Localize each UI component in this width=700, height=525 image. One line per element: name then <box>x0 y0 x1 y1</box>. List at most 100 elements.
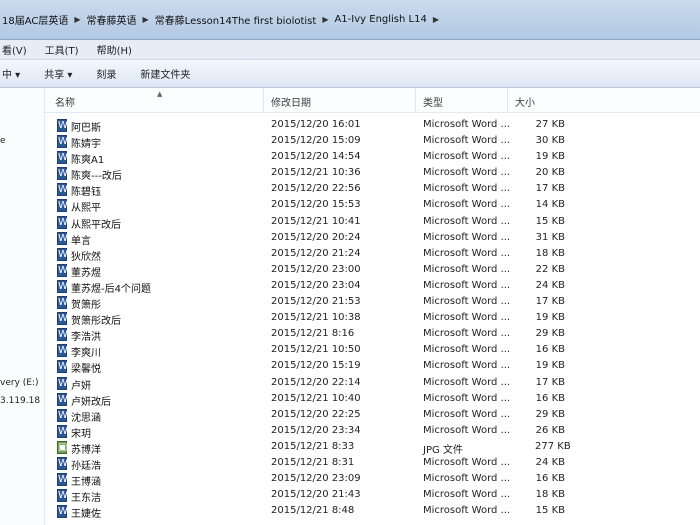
column-type[interactable]: 类型 <box>423 94 443 109</box>
file-size: 27 KB <box>535 119 565 130</box>
file-row[interactable]: W 王婕佐 2015/12/21 8:48 Microsoft Word ... 15 … <box>45 504 700 520</box>
file-row[interactable]: W 陈婧宇 2015/12/20 15:09 Microsoft Word ... 30… <box>45 134 700 150</box>
file-name: 梁馨悦 <box>71 364 101 376</box>
include-in-library-button[interactable]: 中 ▾ <box>2 66 20 81</box>
column-divider[interactable] <box>415 88 416 112</box>
file-type: Microsoft Word ... <box>423 135 511 147</box>
file-row[interactable]: W 阿巴斯 2015/12/20 16:01 Microsoft Word ... 27… <box>45 118 700 134</box>
word-doc-icon: W <box>57 263 68 277</box>
file-type: Microsoft Word ... <box>423 456 511 468</box>
file-row[interactable]: W 卢妍改后 2015/12/21 10:40 Microsoft Word ... 1… <box>45 392 700 408</box>
file-date: 2015/12/20 23:09 <box>271 473 361 485</box>
sort-ascending-icon: ▲ <box>157 90 163 98</box>
word-doc-icon: W <box>57 119 68 132</box>
file-date: 2015/12/20 20:24 <box>271 231 361 243</box>
file-type: Microsoft Word ... <box>423 279 511 291</box>
file-row[interactable]: W 王东洁 2015/12/20 21:43 Microsoft Word ... 18… <box>45 488 700 504</box>
column-divider[interactable] <box>263 88 264 112</box>
menu-tools[interactable]: 工具(T) <box>45 42 79 57</box>
file-row[interactable]: W 从熙平 2015/12/20 15:53 Microsoft Word ... 14… <box>45 198 700 214</box>
breadcrumb-separator-icon[interactable]: ▶ <box>433 15 439 24</box>
word-doc-icon: W <box>57 456 68 470</box>
file-type: Microsoft Word ... <box>423 263 511 275</box>
file-row[interactable]: W 孙廷浩 2015/12/21 8:31 Microsoft Word ... 24 … <box>45 456 700 472</box>
file-row[interactable]: W 沈思涵 2015/12/20 22:25 Microsoft Word ... 29… <box>45 408 700 424</box>
file-size: 24 KB <box>535 279 565 291</box>
file-row[interactable]: W 卢妍 2015/12/20 22:14 Microsoft Word ... 17 … <box>45 376 700 392</box>
breadcrumb-3[interactable]: A1-Ivy English L14 <box>334 14 426 25</box>
file-date: 2015/12/21 8:48 <box>271 505 355 517</box>
file-row[interactable]: W 董苏煜 2015/12/20 23:00 Microsoft Word ... 22… <box>45 263 700 279</box>
breadcrumb-separator-icon[interactable]: ▶ <box>143 15 149 24</box>
file-size: 19 KB <box>535 360 565 372</box>
file-date: 2015/12/20 23:00 <box>271 263 361 275</box>
address-bar[interactable]: 18届AC层英语 ▶ 常春藤英语 ▶ 常春藤Lesson14The first … <box>0 0 700 40</box>
file-row[interactable]: W 贺箫彤 2015/12/20 21:53 Microsoft Word ... 17… <box>45 295 700 311</box>
file-name: 陈婧宇 <box>71 139 101 151</box>
file-row[interactable]: W 王博涵 2015/12/20 23:09 Microsoft Word ... 16… <box>45 472 700 488</box>
word-doc-icon: W <box>57 489 68 503</box>
file-row[interactable]: W 陈爽---改后 2015/12/21 10:36 Microsoft Word .… <box>45 166 700 182</box>
breadcrumb-2[interactable]: 常春藤Lesson14The first biolotist <box>155 12 317 27</box>
file-size: 16 KB <box>535 344 565 356</box>
file-name: 宋玥 <box>71 428 91 440</box>
file-date: 2015/12/21 10:41 <box>271 215 361 227</box>
column-name[interactable]: 名称 <box>55 94 75 109</box>
file-row[interactable]: W 宋玥 2015/12/20 23:34 Microsoft Word ... 26 … <box>45 424 700 440</box>
new-folder-button[interactable]: 新建文件夹 <box>140 66 190 81</box>
file-type: Microsoft Word ... <box>423 151 511 163</box>
file-type: Microsoft Word ... <box>423 328 511 340</box>
menu-help[interactable]: 帮助(H) <box>97 42 132 57</box>
file-size: 14 KB <box>535 199 565 211</box>
file-row[interactable]: W 单言 2015/12/20 20:24 Microsoft Word ... 31 … <box>45 231 700 247</box>
word-doc-icon: W <box>57 328 68 342</box>
menu-view[interactable]: 看(V) <box>2 42 27 57</box>
nav-item-drive-e[interactable]: very (E:) <box>0 378 39 388</box>
file-date: 2015/12/20 21:53 <box>271 296 361 308</box>
breadcrumb-separator-icon[interactable]: ▶ <box>74 15 80 24</box>
word-doc-icon: W <box>57 344 68 358</box>
share-button[interactable]: 共享 ▾ <box>44 66 72 81</box>
nav-item-partial[interactable]: e <box>0 136 6 146</box>
file-name: 苏博洋 <box>71 444 101 456</box>
word-doc-icon: W <box>57 247 68 261</box>
file-type: Microsoft Word ... <box>423 376 511 388</box>
file-row[interactable]: W 李爽川 2015/12/21 10:50 Microsoft Word ... 16… <box>45 343 700 359</box>
file-name: 李浩洪 <box>71 332 101 344</box>
file-row[interactable]: W 陈爽A1 2015/12/20 14:54 Microsoft Word ... 1… <box>45 150 700 166</box>
column-size[interactable]: 大小 <box>515 94 535 109</box>
file-type: Microsoft Word ... <box>423 473 511 485</box>
nav-item-network-address[interactable]: 3.119.18 <box>0 396 40 406</box>
word-doc-icon: W <box>57 296 68 310</box>
word-doc-icon: W <box>57 376 68 390</box>
file-type: Microsoft Word ... <box>423 247 511 259</box>
file-date: 2015/12/20 22:56 <box>271 183 361 195</box>
column-divider[interactable] <box>507 88 508 112</box>
breadcrumb-separator-icon[interactable]: ▶ <box>322 15 328 24</box>
breadcrumb-0[interactable]: 18届AC层英语 <box>2 12 68 27</box>
file-size: 22 KB <box>535 263 565 275</box>
column-header: ▲ 名称 修改日期 类型 大小 <box>45 88 700 113</box>
file-row[interactable]: W 董苏煜-后4个问题 2015/12/20 23:04 Microsoft Word… <box>45 279 700 295</box>
file-rows: W 阿巴斯 2015/12/20 16:01 Microsoft Word ... 27… <box>45 118 700 520</box>
word-doc-icon: W <box>57 473 68 487</box>
file-row[interactable]: W 梁馨悦 2015/12/20 15:19 Microsoft Word ... 19… <box>45 359 700 375</box>
file-date: 2015/12/20 15:53 <box>271 199 361 211</box>
file-type: JPG 文件 <box>423 444 463 456</box>
file-name: 王博涵 <box>71 477 101 489</box>
burn-button[interactable]: 刻录 <box>96 66 116 81</box>
file-row[interactable]: W 贺箫彤改后 2015/12/21 10:38 Microsoft Word ...… <box>45 311 700 327</box>
breadcrumb-1[interactable]: 常春藤英语 <box>87 12 137 27</box>
file-row[interactable]: ▣ 苏博洋 2015/12/21 8:33 JPG 文件 277 KB <box>45 440 700 456</box>
file-row[interactable]: W 李浩洪 2015/12/21 8:16 Microsoft Word ... 29 … <box>45 327 700 343</box>
file-row[interactable]: W 陈碧钰 2015/12/20 22:56 Microsoft Word ... 17… <box>45 182 700 198</box>
file-name: 沈思涵 <box>71 412 101 424</box>
file-size: 17 KB <box>535 296 565 308</box>
file-name: 贺箫彤 <box>71 300 101 312</box>
word-doc-icon: W <box>57 408 68 422</box>
file-size: 15 KB <box>535 215 565 227</box>
file-row[interactable]: W 从熙平改后 2015/12/21 10:41 Microsoft Word ...… <box>45 215 700 231</box>
file-name: 阿巴斯 <box>71 123 101 134</box>
file-row[interactable]: W 狄欣然 2015/12/20 21:24 Microsoft Word ... 18… <box>45 247 700 263</box>
column-date[interactable]: 修改日期 <box>271 94 311 109</box>
